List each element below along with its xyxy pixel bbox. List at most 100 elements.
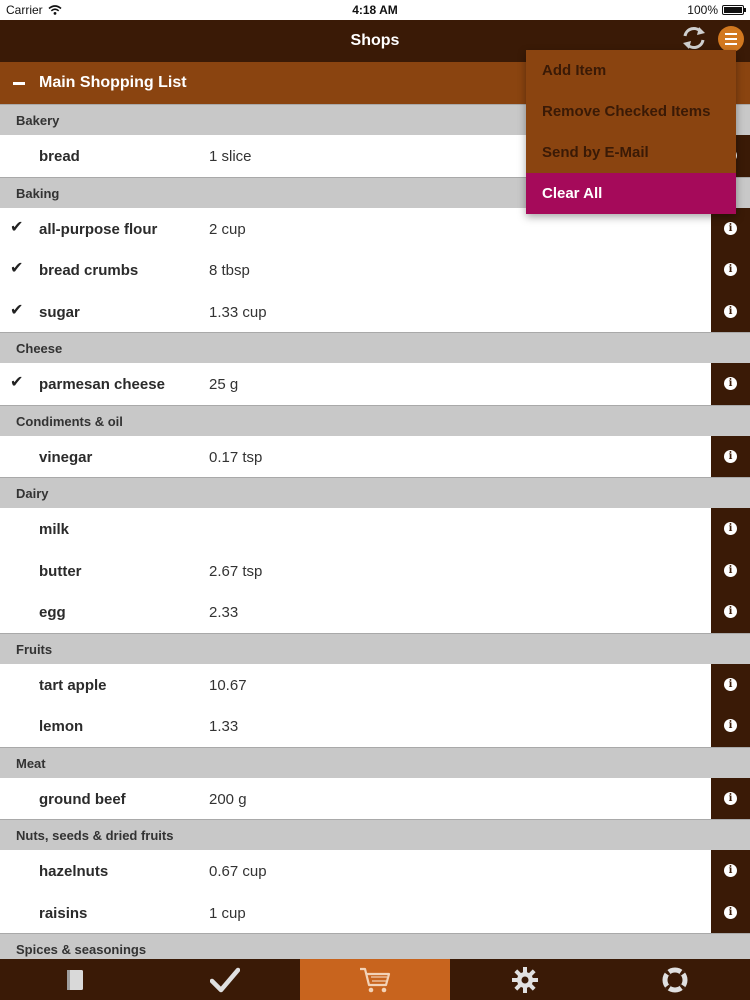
- item-quantity: 2 cup: [209, 220, 246, 238]
- item-quantity: 8 tbsp: [209, 262, 250, 279]
- item-quantity: 1.33: [209, 718, 239, 735]
- lifebuoy-icon: [662, 967, 688, 992]
- category-header: Meat: [0, 746, 750, 778]
- item-name: bread crumbs: [39, 262, 139, 279]
- info-icon: i: [724, 449, 737, 463]
- category-header: Cheese: [0, 332, 750, 363]
- info-button[interactable]: i: [711, 850, 750, 892]
- category-header: Dairy: [0, 477, 750, 508]
- list-item[interactable]: ✔ parmesan cheese 25 g i: [0, 363, 750, 405]
- info-button[interactable]: i: [711, 508, 750, 550]
- info-icon: i: [724, 864, 737, 878]
- item-name: ground beef: [39, 790, 126, 808]
- list-item[interactable]: raisins 1 cup i: [0, 891, 750, 933]
- tab-recipes[interactable]: [0, 959, 150, 1000]
- info-icon: i: [724, 719, 737, 733]
- info-icon: i: [724, 263, 737, 277]
- hamburger-icon: [725, 33, 737, 35]
- info-icon: i: [724, 522, 737, 536]
- checkmark-icon[interactable]: ✔: [10, 375, 26, 391]
- category-header: Fruits: [0, 632, 750, 664]
- shopping-cart-icon: [360, 967, 391, 992]
- status-bar: Carrier 4:18 AM 100%: [0, 0, 750, 20]
- list-item[interactable]: hazelnuts 0.67 cup i: [0, 850, 750, 892]
- item-quantity: 1 slice: [209, 148, 252, 165]
- menu-item-send-email[interactable]: Send by E-Mail: [526, 132, 736, 173]
- list-item[interactable]: milk i: [0, 508, 750, 550]
- actions-dropdown-menu: Add Item Remove Checked Items Send by E-…: [526, 50, 736, 214]
- item-name: all-purpose flour: [39, 220, 158, 238]
- item-quantity: 200 g: [209, 790, 247, 808]
- item-name: milk: [39, 521, 70, 538]
- info-icon: i: [724, 905, 737, 919]
- category-header: Condiments & oil: [0, 404, 750, 436]
- gear-icon: [512, 966, 538, 993]
- menu-item-clear-all[interactable]: Clear All: [526, 173, 736, 214]
- list-item[interactable]: ground beef 200 g i: [0, 777, 750, 819]
- info-icon: i: [724, 563, 737, 577]
- page-title: Shops: [350, 32, 400, 49]
- info-button[interactable]: i: [711, 891, 750, 933]
- info-button[interactable]: i: [711, 363, 750, 405]
- list-item[interactable]: ✔ bread crumbs 8 tbsp i: [0, 249, 750, 291]
- menu-item-add-item[interactable]: Add Item: [526, 50, 736, 91]
- tab-help[interactable]: [600, 959, 750, 1000]
- checkmark-icon[interactable]: ✔: [10, 302, 26, 319]
- item-quantity: 25 g: [209, 376, 239, 393]
- category-header: Nuts, seeds & dried fruits: [0, 819, 750, 850]
- info-button[interactable]: i: [711, 663, 750, 705]
- item-quantity: 0.17 tsp: [209, 448, 263, 466]
- info-button[interactable]: i: [711, 705, 750, 747]
- list-item[interactable]: tart apple 10.67 i: [0, 663, 750, 705]
- shopping-list: Bakery bread 1 slice i Baking ✔ all-purp…: [0, 104, 750, 959]
- menu-button[interactable]: [718, 26, 744, 52]
- info-icon: i: [724, 377, 737, 391]
- item-name: vinegar: [39, 448, 93, 466]
- item-name: hazelnuts: [39, 863, 109, 880]
- info-icon: i: [724, 677, 737, 691]
- item-name: bread: [39, 148, 80, 165]
- list-item[interactable]: ✔ sugar 1.33 cup i: [0, 290, 750, 332]
- item-name: lemon: [39, 718, 84, 735]
- info-icon: i: [724, 221, 737, 235]
- item-quantity: 2.33: [209, 604, 239, 621]
- status-time: 4:18 AM: [352, 3, 398, 17]
- tab-settings[interactable]: [450, 959, 600, 1000]
- checkmark-icon[interactable]: ✔: [10, 261, 26, 277]
- collapse-icon[interactable]: [13, 82, 25, 85]
- item-quantity: 0.67 cup: [209, 863, 267, 880]
- refresh-icon[interactable]: [680, 24, 708, 52]
- item-name: parmesan cheese: [39, 376, 165, 393]
- menu-item-remove-checked[interactable]: Remove Checked Items: [526, 91, 736, 132]
- tab-shopping[interactable]: [300, 959, 450, 1000]
- list-item[interactable]: butter 2.67 tsp i: [0, 549, 750, 591]
- category-header: Spices & seasonings: [0, 933, 750, 959]
- list-item[interactable]: lemon 1.33 i: [0, 705, 750, 747]
- tab-checklist[interactable]: [150, 959, 300, 1000]
- info-button[interactable]: i: [711, 549, 750, 591]
- list-item[interactable]: egg 2.33 i: [0, 591, 750, 633]
- info-button[interactable]: i: [711, 435, 750, 477]
- info-icon: i: [724, 304, 737, 318]
- item-name: raisins: [39, 904, 88, 922]
- item-quantity: 1 cup: [209, 904, 246, 922]
- info-button[interactable]: i: [711, 591, 750, 633]
- item-quantity: 2.67 tsp: [209, 562, 263, 580]
- info-button[interactable]: i: [711, 249, 750, 291]
- list-item[interactable]: vinegar 0.17 tsp i: [0, 435, 750, 477]
- info-icon: i: [724, 605, 737, 619]
- checkmark-icon[interactable]: ✔: [10, 219, 26, 236]
- item-quantity: 10.67: [209, 676, 247, 694]
- item-name: tart apple: [39, 676, 107, 694]
- battery-icon: [722, 5, 746, 15]
- item-name: butter: [39, 562, 82, 580]
- item-name: egg: [39, 604, 66, 621]
- item-name: sugar: [39, 303, 80, 321]
- book-icon: [67, 969, 83, 990]
- info-button[interactable]: i: [711, 290, 750, 332]
- info-icon: i: [724, 791, 737, 805]
- item-quantity: 1.33 cup: [209, 303, 267, 321]
- tab-bar: [0, 959, 750, 1000]
- info-button[interactable]: i: [711, 777, 750, 819]
- checkmark-icon: [210, 967, 240, 992]
